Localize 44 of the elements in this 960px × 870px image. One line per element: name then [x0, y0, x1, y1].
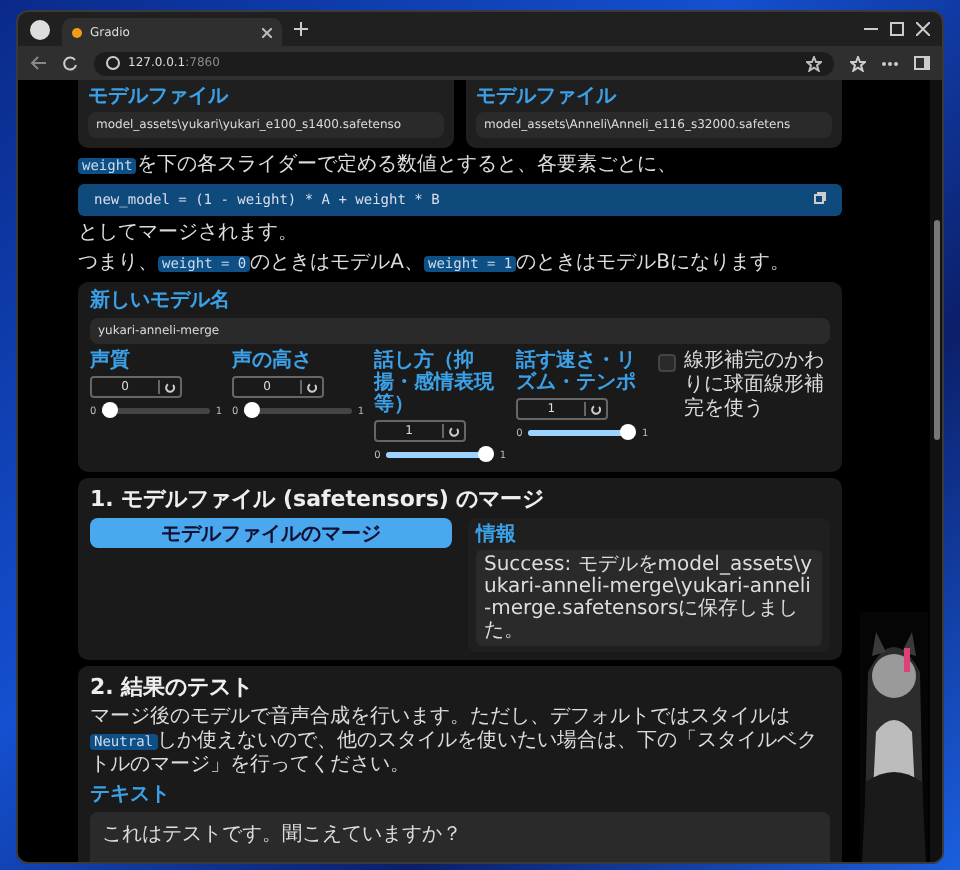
slider-thumb[interactable]	[619, 424, 636, 440]
profile-icon[interactable]	[30, 19, 50, 39]
slider-track[interactable]	[244, 408, 352, 414]
copy-icon[interactable]	[814, 192, 826, 204]
info-field: Success: モデルをmodel_assets\yukari-anneli-merge\yukari-anneli-merge.safetensorsに保存しました。	[476, 550, 822, 646]
sidebar-icon[interactable]	[914, 56, 930, 70]
slider-track[interactable]	[528, 430, 636, 436]
new-tab-icon[interactable]	[294, 22, 308, 36]
section-title: 2. 結果のテスト	[90, 674, 256, 700]
star-icon[interactable]	[806, 55, 822, 71]
slider-track[interactable]	[386, 452, 494, 458]
slider-label: 話し方（抑揚・感情表現等）	[374, 350, 497, 416]
field-label: 情報	[476, 524, 518, 546]
reset-icon[interactable]	[586, 403, 607, 415]
reload-icon[interactable]	[62, 55, 78, 71]
checkbox[interactable]	[658, 354, 677, 372]
section-title: 1. モデルファイル (safetensors) のマージ	[90, 486, 547, 512]
close-icon[interactable]	[262, 27, 272, 37]
checkbox-label: 線形補完のかわりに球面線形補完を使う	[684, 350, 827, 422]
reset-icon[interactable]	[302, 381, 323, 393]
close-icon[interactable]	[916, 22, 930, 36]
slider-track[interactable]	[102, 408, 210, 414]
scrollbar[interactable]	[930, 80, 942, 862]
slider-label: 声質	[90, 350, 132, 372]
info-icon	[106, 56, 120, 70]
back-arrow-icon[interactable]	[30, 56, 46, 70]
field-label: モデルファイル	[88, 86, 231, 108]
slider-label: 話す速さ・リズム・テンポ	[516, 350, 639, 394]
field-label: テキスト	[90, 784, 172, 806]
merge-button[interactable]: モデルファイルのマージ	[90, 518, 452, 548]
field-label: 新しいモデル名	[90, 290, 232, 312]
reset-icon[interactable]	[160, 381, 180, 393]
slider-label: 声の高さ	[232, 350, 315, 372]
maximize-icon[interactable]	[890, 22, 904, 36]
reset-icon[interactable]	[444, 425, 465, 437]
slider-thumb[interactable]	[477, 446, 494, 462]
tab-favicon-icon	[72, 27, 82, 37]
field-label: モデルファイル	[476, 86, 619, 108]
minimize-icon[interactable]	[864, 22, 878, 36]
slider-thumb[interactable]	[102, 402, 119, 418]
text-input[interactable]: これはテストです。聞こえていますか？	[90, 812, 830, 862]
merge-note: としてマージされます。	[78, 222, 300, 246]
slider-thumb[interactable]	[244, 402, 261, 418]
favorites-icon[interactable]	[850, 55, 866, 71]
